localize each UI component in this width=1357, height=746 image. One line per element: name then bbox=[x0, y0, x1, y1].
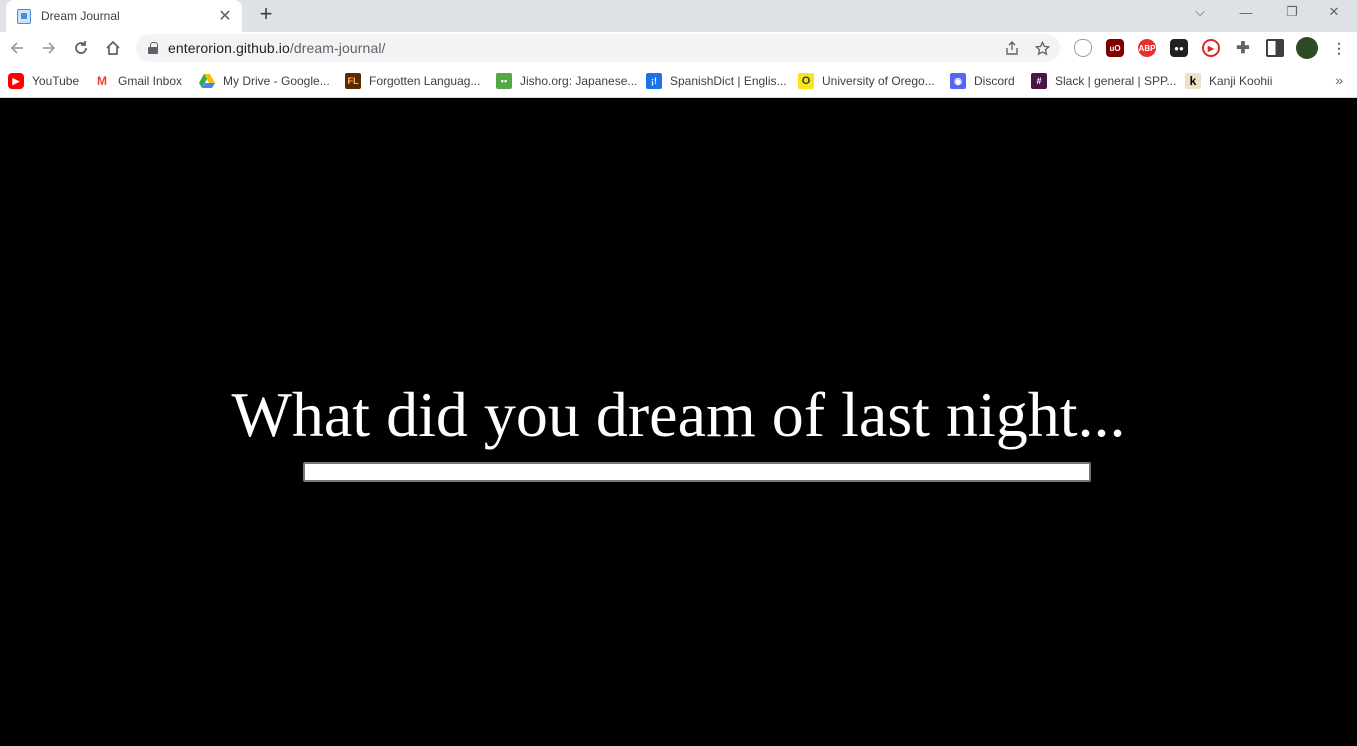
bookmark-google-drive[interactable]: My Drive - Google... bbox=[199, 72, 330, 90]
bookmark-gmail[interactable]: M Gmail Inbox bbox=[94, 72, 182, 90]
page-favicon-icon bbox=[17, 8, 31, 24]
extensions-puzzle-icon[interactable]: ✚ bbox=[1234, 39, 1252, 57]
side-panel-icon[interactable] bbox=[1266, 39, 1284, 57]
youtube-icon: ▶ bbox=[8, 73, 24, 89]
bookmarks-overflow-icon[interactable]: » bbox=[1335, 72, 1343, 88]
tampermonkey-icon[interactable]: ●● bbox=[1170, 39, 1188, 57]
bookmark-kanji-koohii[interactable]: k Kanji Koohii bbox=[1185, 72, 1272, 90]
url-path: /dream-journal/ bbox=[289, 40, 386, 56]
restore-button[interactable]: ❐ bbox=[1269, 0, 1315, 24]
back-button[interactable] bbox=[4, 35, 30, 61]
dream-prompt-heading: What did you dream of last night... bbox=[231, 379, 1126, 450]
adblock-plus-icon[interactable]: ABP bbox=[1138, 39, 1156, 57]
bookmark-label: Kanji Koohii bbox=[1209, 74, 1273, 88]
bookmark-label: YouTube bbox=[32, 74, 80, 88]
browser-menu-icon[interactable]: ⋮ bbox=[1331, 39, 1347, 57]
share-icon[interactable] bbox=[1004, 40, 1020, 56]
spanishdict-icon: ¡! bbox=[646, 73, 662, 89]
bookmark-uoregon[interactable]: O University of Orego... bbox=[798, 72, 935, 90]
slack-icon: # bbox=[1031, 73, 1047, 89]
bookmark-slack[interactable]: # Slack | general | SPP... bbox=[1031, 72, 1176, 90]
tab-title: Dream Journal bbox=[41, 9, 120, 23]
bookmark-label: Forgotten Languag... bbox=[369, 74, 481, 88]
bookmark-jisho[interactable]: ▪▪ Jisho.org: Japanese... bbox=[496, 72, 637, 90]
discord-icon: ◉ bbox=[950, 73, 966, 89]
dream-input[interactable] bbox=[303, 462, 1091, 482]
bookmark-youtube[interactable]: ▶ YouTube bbox=[8, 72, 79, 90]
google-drive-icon bbox=[199, 73, 215, 89]
url-text[interactable]: enterorion.github.io/dream-journal/ bbox=[168, 40, 386, 56]
tab-strip: Dream Journal ✕ + ⌵ — ❐ ✕ bbox=[0, 0, 1357, 32]
bookmark-label: My Drive - Google... bbox=[223, 74, 330, 88]
new-tab-button[interactable]: + bbox=[254, 2, 278, 26]
bookmark-discord[interactable]: ◉ Discord bbox=[950, 72, 1015, 90]
tab-close-icon[interactable]: ✕ bbox=[216, 7, 234, 25]
page-content: What did you dream of last night... bbox=[0, 99, 1357, 746]
tab-search-icon[interactable]: ⌵ bbox=[1177, 0, 1223, 24]
bookmark-label: Gmail Inbox bbox=[118, 74, 183, 88]
home-button[interactable] bbox=[100, 35, 126, 61]
bookmark-star-icon[interactable] bbox=[1034, 40, 1050, 56]
bookmark-label: Slack | general | SPP... bbox=[1055, 74, 1177, 88]
home-icon bbox=[106, 40, 120, 55]
kanji-koohii-icon: k bbox=[1185, 73, 1201, 89]
gmail-icon: M bbox=[94, 73, 110, 89]
bookmarks-bar: ▶ YouTube M Gmail Inbox My Drive - Googl… bbox=[0, 64, 1357, 98]
back-arrow-icon bbox=[10, 42, 23, 54]
ublock-origin-icon[interactable]: uO bbox=[1106, 39, 1124, 57]
bookmark-spanishdict[interactable]: ¡! SpanishDict | Englis... bbox=[646, 72, 787, 90]
bookmark-label: SpanishDict | Englis... bbox=[670, 74, 787, 88]
url-host: enterorion.github.io bbox=[168, 40, 290, 56]
bookmark-forgotten-languages[interactable]: FL Forgotten Languag... bbox=[345, 72, 480, 90]
uoregon-icon: O bbox=[798, 73, 814, 89]
bookmark-label: Jisho.org: Japanese... bbox=[520, 74, 638, 88]
forward-arrow-icon bbox=[43, 42, 56, 54]
browser-toolbar: enterorion.github.io/dream-journal/ uO A… bbox=[0, 32, 1357, 64]
forward-button[interactable] bbox=[36, 35, 62, 61]
reload-button[interactable] bbox=[68, 35, 94, 61]
bookmark-label: University of Orego... bbox=[822, 74, 935, 88]
address-bar[interactable]: enterorion.github.io/dream-journal/ bbox=[136, 34, 1060, 62]
reload-icon bbox=[75, 41, 87, 54]
minimize-button[interactable]: — bbox=[1223, 0, 1269, 24]
bookmark-label: Discord bbox=[974, 74, 1015, 88]
video-player-extension-icon[interactable]: ▶ bbox=[1202, 39, 1220, 57]
privacy-badger-icon[interactable] bbox=[1074, 39, 1092, 57]
jisho-icon: ▪▪ bbox=[496, 73, 512, 89]
forgotten-languages-icon: FL bbox=[345, 73, 361, 89]
close-window-button[interactable]: ✕ bbox=[1311, 0, 1357, 24]
tab-dream-journal[interactable]: Dream Journal ✕ bbox=[6, 0, 242, 32]
lock-icon[interactable] bbox=[148, 42, 158, 54]
profile-avatar[interactable] bbox=[1296, 37, 1318, 59]
